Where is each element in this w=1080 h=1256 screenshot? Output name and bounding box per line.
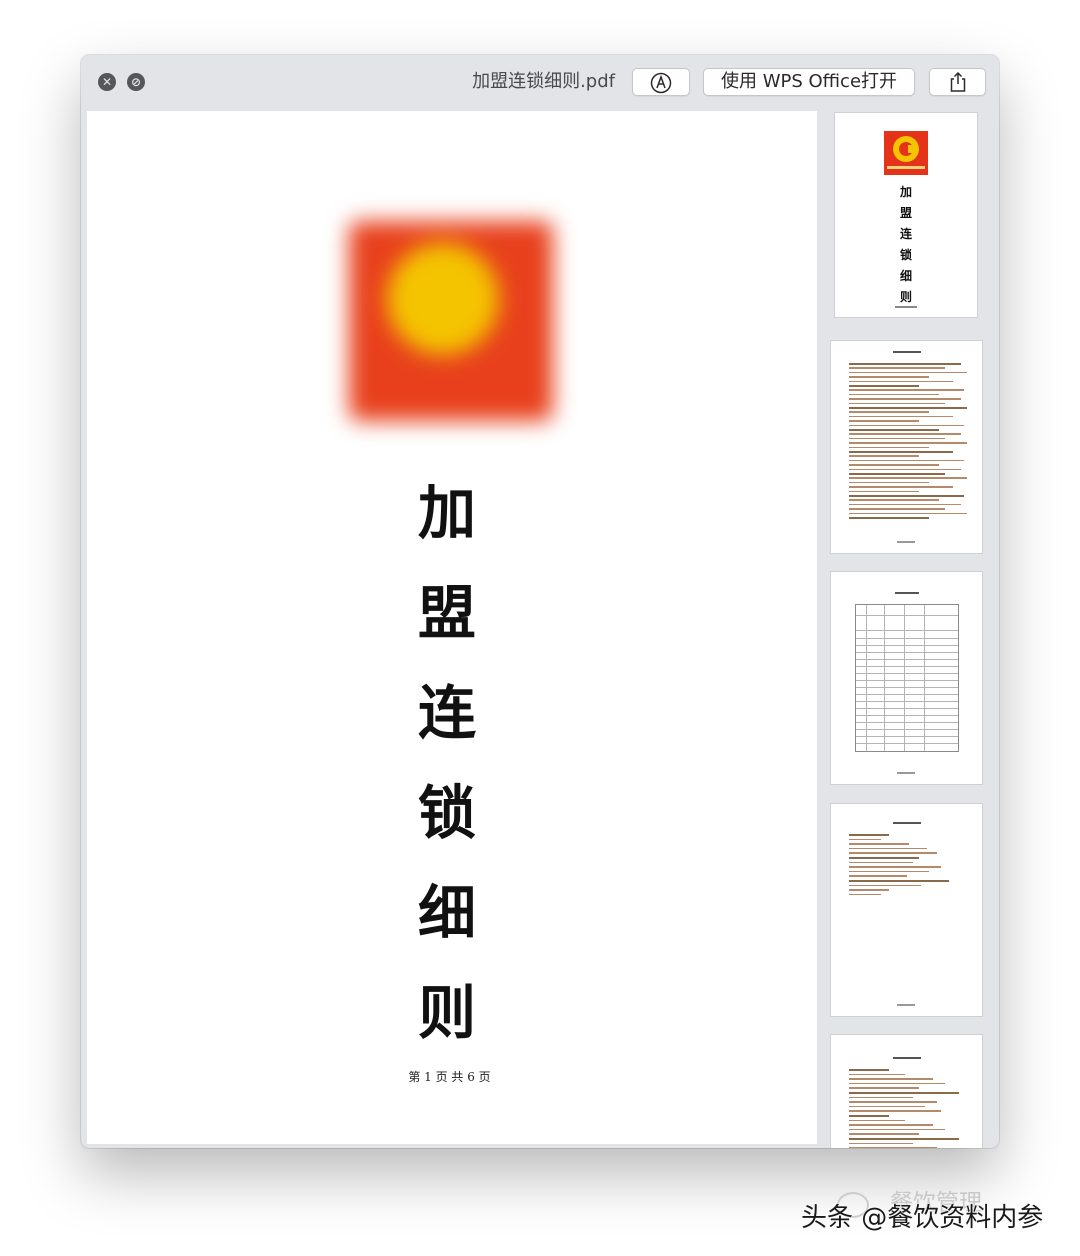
- thumb-title-char: 加: [899, 185, 912, 199]
- main-page-view[interactable]: 加 盟 连 锁 细 则 第 1 页 共 6 页: [87, 111, 817, 1144]
- title-char: 细: [417, 879, 476, 947]
- title-char: 连: [417, 679, 476, 747]
- markup-pen-icon: [650, 72, 672, 94]
- title-char: 则: [417, 979, 476, 1047]
- thumbnail-page-1[interactable]: 加 盟 连 锁 细 则: [835, 113, 977, 317]
- open-with-wps-button[interactable]: 使用 WPS Office打开: [703, 68, 915, 96]
- thumb-title-char: 锁: [899, 248, 912, 262]
- thumbnail-page-5[interactable]: [831, 1035, 982, 1148]
- thumb-table: [855, 604, 959, 752]
- page-number: 第 1 页 共 6 页: [408, 1070, 491, 1084]
- thumbnail-page-2[interactable]: [831, 341, 982, 553]
- document-title: 加盟连锁细则.pdf: [472, 71, 615, 92]
- preview-window: ✕ ⊘ 加盟连锁细则.pdf 使用 WPS Office打开 加 盟 连 锁 细…: [81, 55, 999, 1148]
- title-char: 加: [417, 479, 476, 547]
- close-icon[interactable]: ✕: [98, 73, 116, 91]
- share-icon: [950, 71, 965, 92]
- thumb-footer: [895, 306, 917, 308]
- thumb-title-char: 则: [899, 290, 912, 304]
- minimize-icon[interactable]: ⊘: [127, 73, 145, 91]
- markup-button[interactable]: [632, 68, 690, 96]
- title-char: 盟: [417, 579, 476, 647]
- thumb-title-char: 盟: [899, 206, 912, 220]
- company-logo: [884, 131, 928, 175]
- thumbnail-sidebar[interactable]: 加 盟 连 锁 细 则: [825, 111, 995, 1148]
- thumb-title-char: 细: [899, 269, 912, 283]
- thumbnail-page-3[interactable]: [831, 572, 982, 784]
- share-button[interactable]: [929, 68, 986, 96]
- title-bar: ✕ ⊘ 加盟连锁细则.pdf 使用 WPS Office打开: [81, 55, 999, 109]
- thumbnail-page-4[interactable]: [831, 804, 982, 1016]
- watermark-main: 头条 @餐饮资料内参: [801, 1203, 1044, 1233]
- title-char: 锁: [417, 779, 476, 847]
- company-logo-blurred: [349, 221, 553, 421]
- thumb-title-char: 连: [899, 227, 912, 241]
